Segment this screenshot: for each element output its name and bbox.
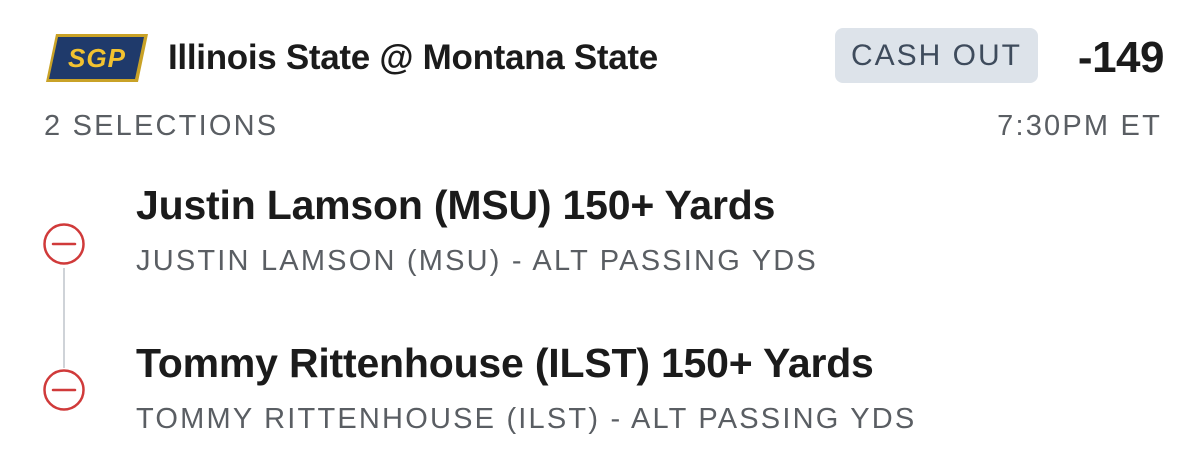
minus-circle-icon (43, 369, 85, 411)
cash-out-button[interactable]: CASH OUT (835, 28, 1038, 83)
sgp-badge-text: SGP (68, 43, 126, 73)
parlay-odds: -149 (1077, 33, 1165, 82)
selection-title-2: Tommy Rittenhouse (ILST) 150+ Yards (136, 340, 874, 386)
remove-selection-button-1[interactable] (42, 222, 86, 266)
selection-subtitle-1: JUSTIN LAMSON (MSU) - ALT PASSING YDS (136, 245, 818, 277)
remove-selection-button-2[interactable] (42, 368, 86, 412)
minus-circle-icon (43, 223, 85, 265)
selection-title-1: Justin Lamson (MSU) 150+ Yards (136, 182, 776, 228)
selection-connector-line (63, 268, 65, 368)
matchup-title[interactable]: Illinois State @ Montana State (168, 36, 658, 80)
selections-count: 2 SELECTIONS (44, 110, 279, 142)
sgp-badge: SGP (44, 31, 150, 85)
selection-subtitle-2: TOMMY RITTENHOUSE (ILST) - ALT PASSING Y… (136, 403, 917, 435)
sgp-logo-icon: SGP (46, 34, 148, 82)
game-time: 7:30PM ET (997, 110, 1162, 142)
bet-card: SGP Illinois State @ Montana State CASH … (0, 0, 1200, 465)
